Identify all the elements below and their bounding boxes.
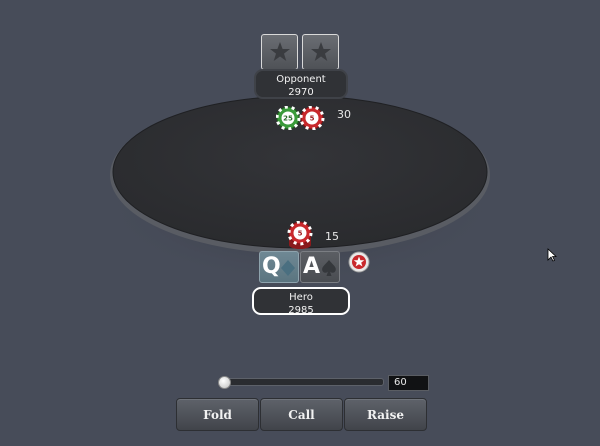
hero-card-2: A — [300, 251, 340, 283]
diamond-icon — [281, 260, 295, 276]
fold-button[interactable]: Fold — [176, 398, 259, 431]
chip-25-label: 25 — [283, 115, 293, 123]
opponent-card-back-2 — [302, 34, 339, 70]
hero-info-box: Hero 2985 — [252, 287, 350, 316]
star-icon — [310, 42, 331, 61]
chip-5-label: 5 — [310, 115, 315, 123]
poker-table-view: Opponent 2970 25 5 30 5 15 Q A Hero 2985… — [0, 0, 600, 446]
opponent-bet-amount: 30 — [337, 108, 351, 121]
hero-name: Hero — [289, 292, 313, 303]
opponent-info-box: Opponent 2970 — [254, 69, 348, 99]
raise-button[interactable]: Raise — [344, 398, 427, 431]
hero-bet-amount: 15 — [325, 230, 339, 243]
raise-slider-track[interactable] — [220, 378, 384, 386]
mouse-cursor-icon — [547, 248, 557, 262]
hero-card-1-rank: Q — [262, 254, 281, 279]
hero-card-1: Q — [259, 251, 299, 283]
raise-amount-input[interactable] — [388, 375, 429, 391]
hero-chip-stack: 5 — [287, 221, 313, 249]
opponent-chip-stack: 25 5 — [276, 106, 325, 130]
spade-icon — [322, 260, 336, 276]
opponent-card-back-1 — [261, 34, 298, 70]
opponent-name: Opponent — [276, 74, 326, 85]
raise-slider-handle[interactable] — [218, 376, 231, 389]
chip-25-icon: 25 — [276, 106, 301, 130]
opponent-stack: 2970 — [288, 87, 314, 98]
call-button[interactable]: Call — [260, 398, 343, 431]
hero-stack: 2985 — [288, 305, 314, 316]
star-icon — [269, 42, 290, 61]
chip-5-icon: 5 — [299, 106, 325, 130]
chip-5-icon: 5 — [287, 221, 313, 246]
dealer-button — [348, 251, 370, 273]
hero-card-2-rank: A — [303, 254, 321, 279]
hero-chip-label: 5 — [298, 230, 303, 238]
